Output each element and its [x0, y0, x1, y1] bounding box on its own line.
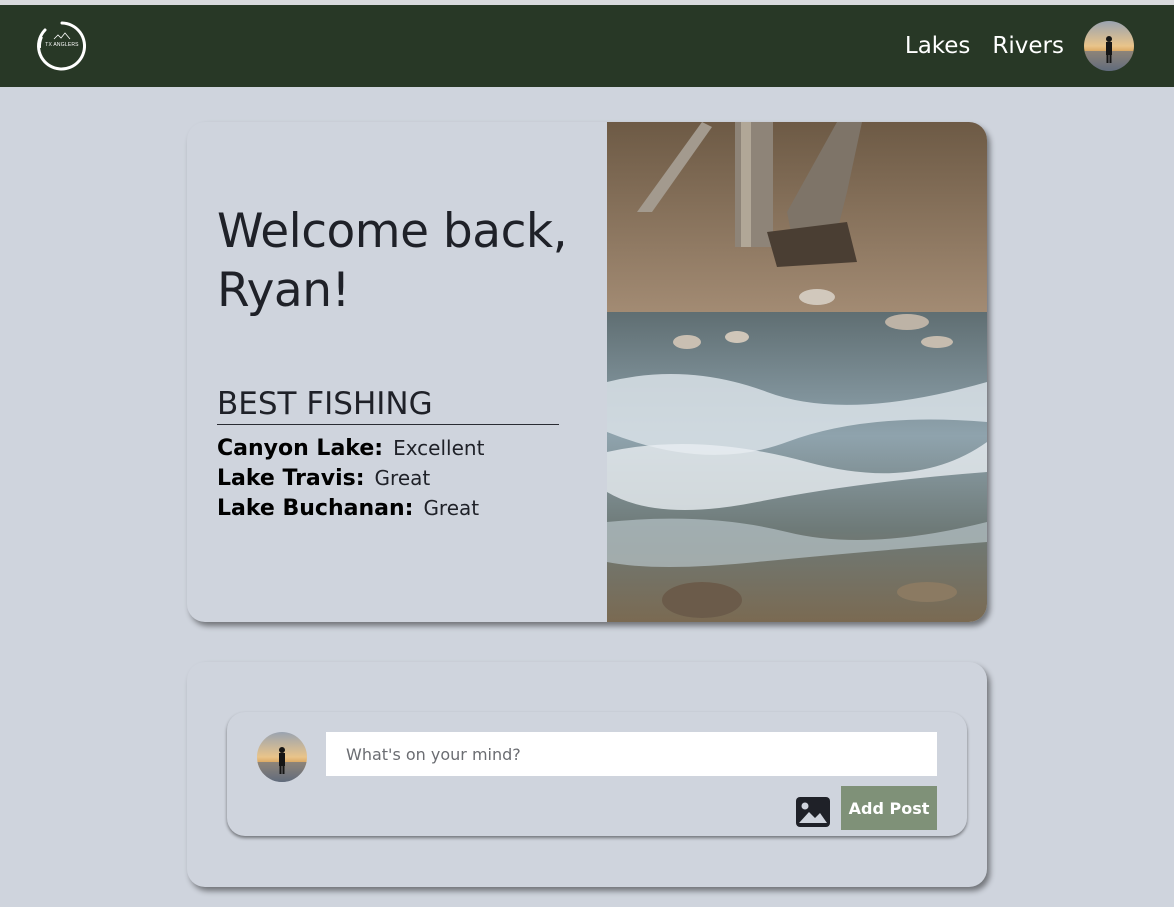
list-item: Lake Buchanan: Great [217, 496, 484, 526]
lake-name: Canyon Lake: [217, 436, 384, 461]
logo-text: TX ANGLERS [45, 42, 79, 48]
user-avatar [257, 732, 307, 782]
best-fishing-heading: BEST FISHING [217, 386, 559, 425]
lake-name: Lake Travis: [217, 466, 365, 491]
welcome-card: Welcome back, Ryan! BEST FISHING Canyon … [187, 122, 987, 622]
post-card: Add Post [187, 662, 987, 887]
user-avatar[interactable] [1084, 21, 1134, 71]
lake-rating: Great [374, 466, 431, 490]
lake-name: Lake Buchanan: [217, 496, 414, 521]
navbar: TX ANGLERS Lakes Rivers [0, 5, 1174, 87]
logo[interactable]: TX ANGLERS [36, 20, 88, 72]
list-item: Canyon Lake: Excellent [217, 436, 484, 466]
welcome-title: Welcome back, Ryan! [217, 204, 568, 318]
list-item: Lake Travis: Great [217, 466, 484, 496]
lake-rating: Excellent [393, 436, 485, 460]
image-icon[interactable] [795, 796, 831, 828]
nav-links: Lakes Rivers [883, 21, 1134, 71]
post-composer: Add Post [227, 712, 967, 836]
best-fishing-list: Canyon Lake: Excellent Lake Travis: Grea… [217, 436, 484, 526]
lake-rating: Great [423, 496, 480, 520]
river-photo [607, 122, 987, 622]
post-input[interactable] [326, 732, 937, 776]
nav-link-rivers[interactable]: Rivers [992, 33, 1064, 59]
nav-link-lakes[interactable]: Lakes [905, 33, 971, 59]
add-post-button[interactable]: Add Post [841, 786, 937, 830]
